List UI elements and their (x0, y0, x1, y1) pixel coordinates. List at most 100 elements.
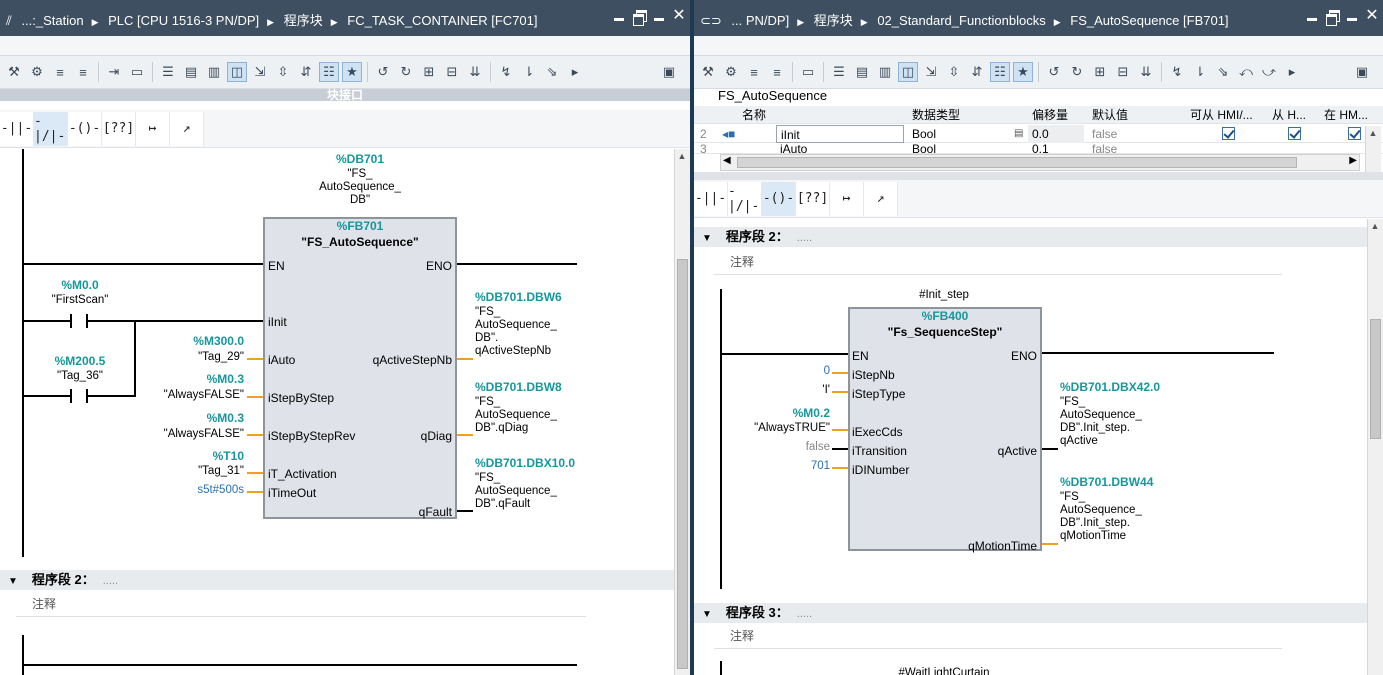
toolbar-tool-icon[interactable]: ⇂ (519, 62, 539, 82)
pin-qdiag[interactable]: qDiag (421, 429, 452, 443)
scroll-thumb[interactable] (1370, 319, 1381, 439)
close-button[interactable]: ✕ (1365, 8, 1379, 24)
empty-box-button[interactable]: [??] (102, 111, 136, 146)
toolbar-tool-icon[interactable]: ⇂ (1190, 62, 1210, 82)
minimize-all-button[interactable] (1345, 9, 1359, 23)
pin-istepbystep[interactable]: iStepByStep (268, 391, 334, 405)
toolbar-tool-icon[interactable]: ⇊ (1136, 62, 1156, 82)
open-branch-button[interactable]: ↦ (136, 111, 170, 146)
left-vertical-scrollbar[interactable]: ▲ (674, 149, 690, 675)
collapse-icon[interactable]: ▼ (702, 229, 712, 249)
toolbar-tool-icon[interactable]: ⇵ (296, 62, 316, 82)
breadcrumb-item[interactable]: FC_TASK_CONTAINER [FC701] (347, 13, 537, 28)
column-header[interactable]: 可从 HMI/... (1186, 106, 1266, 124)
breadcrumb-item[interactable]: ...:_Station (21, 13, 83, 28)
link-icon[interactable]: ⊂⊃ (700, 13, 722, 28)
scroll-up-icon[interactable]: ▲ (675, 149, 689, 163)
pin-icon[interactable]: ⫽ (6, 13, 12, 28)
minimize-button[interactable] (1305, 9, 1319, 23)
pin-idinumber[interactable]: iDINumber (852, 463, 909, 477)
block-interface-splitter[interactable]: 块接口 (0, 89, 690, 101)
network-comment[interactable]: 注释 (714, 253, 1282, 275)
no-contact-button[interactable]: -||- (0, 111, 34, 146)
nc-contact-button[interactable]: -|/|- (34, 111, 68, 146)
coil-button[interactable]: -()- (68, 111, 102, 146)
pin-istepbysteprev[interactable]: iStepByStepRev (268, 429, 355, 443)
pin-iauto[interactable]: iAuto (268, 353, 295, 367)
empty-box-button[interactable]: [??] (796, 181, 830, 216)
toolbar-tool-icon[interactable]: ◫ (898, 62, 918, 82)
toolbar-tool-icon[interactable]: ⚒ (698, 62, 718, 82)
scroll-up-icon[interactable]: ▲ (1366, 126, 1380, 140)
collapse-icon[interactable]: ▼ (8, 572, 18, 592)
coil-button[interactable]: -()- (762, 181, 796, 216)
open-branch-button[interactable]: ↦ (830, 181, 864, 216)
toolbar-tool-icon[interactable]: ≡ (767, 62, 787, 82)
toolbar-tool-icon[interactable]: ⚒ (4, 62, 24, 82)
toolbar-tool-icon[interactable]: ▤ (852, 62, 872, 82)
toolbar-tool-icon[interactable]: ▭ (127, 62, 147, 82)
contact-tag36[interactable] (70, 389, 88, 403)
fb-box-fs-autosequence[interactable]: %FB701 "FS_AutoSequence" EN iInit iAuto … (263, 217, 457, 519)
toolbar-tool-icon[interactable]: ≡ (73, 62, 93, 82)
close-branch-button[interactable]: ↗ (170, 111, 204, 146)
toolbar-tool-icon[interactable]: ⇳ (273, 62, 293, 82)
breadcrumb-item[interactable]: PLC [CPU 1516-3 PN/DP] (108, 13, 259, 28)
network-2-header[interactable]: ▼ 程序段 2：..... (0, 570, 674, 590)
column-header[interactable]: 数据类型 (908, 106, 1028, 124)
nc-contact-button[interactable]: -|/|- (728, 181, 762, 216)
table-horizontal-scrollbar[interactable]: ◀ ▶ (720, 154, 1360, 171)
pin-iinit[interactable]: iInit (268, 315, 287, 329)
toolbar-tool-icon[interactable]: ⇥ (104, 62, 124, 82)
pin-eno[interactable]: ENO (426, 259, 452, 273)
toolbar-tool-icon[interactable]: ⇘ (1213, 62, 1233, 82)
name-cell[interactable]: iAuto (776, 144, 904, 154)
network-3-header[interactable]: ▼ 程序段 3：..... (694, 603, 1367, 623)
scroll-thumb[interactable] (677, 259, 688, 669)
toolbar-tool-icon[interactable]: ▭ (798, 62, 818, 82)
toolbar-tool-icon[interactable]: ↯ (1167, 62, 1187, 82)
hmi-settable-checkbox[interactable] (1344, 125, 1364, 143)
pin-qmotiontime[interactable]: qMotionTime (968, 539, 1037, 553)
scroll-thumb[interactable] (737, 157, 1297, 168)
network-2-header[interactable]: ▼ 程序段 2：..... (694, 227, 1367, 247)
restore-button[interactable] (632, 9, 647, 26)
network-comment[interactable]: 注释 (16, 595, 586, 617)
pin-itimeout[interactable]: iTimeOut (268, 486, 316, 500)
pin-istepnb[interactable]: iStepNb (852, 368, 895, 382)
type-cell[interactable]: Bool (908, 144, 1008, 154)
breadcrumb-item[interactable]: 程序块 (814, 13, 853, 28)
pin-qactive[interactable]: qActive (998, 444, 1037, 458)
toolbar-panel-icon[interactable]: ▣ (1352, 62, 1372, 82)
minimize-all-button[interactable] (652, 9, 666, 23)
default-cell[interactable]: false (1088, 125, 1178, 143)
toolbar-tool-icon[interactable]: ≡ (744, 62, 764, 82)
toolbar-more-icon[interactable]: ▸ (565, 62, 585, 82)
minimize-button[interactable] (612, 9, 626, 23)
toolbar-tool-icon[interactable]: ⊟ (442, 62, 462, 82)
toolbar-tool-icon[interactable]: ☷ (990, 62, 1010, 82)
toolbar-tool-icon[interactable]: ⤻ (1259, 62, 1279, 82)
toolbar-tool-icon[interactable]: ▥ (204, 62, 224, 82)
breadcrumb-item[interactable]: ... PN/DP] (731, 13, 789, 28)
network-comment[interactable]: 注释 (714, 627, 1282, 649)
toolbar-tool-icon[interactable]: ★ (342, 62, 362, 82)
toolbar-tool-icon[interactable]: ☰ (829, 62, 849, 82)
table-row[interactable]: 2 ◂■ iInit Bool ▤ 0.0 false (694, 125, 1383, 143)
scroll-right-icon[interactable]: ▶ (1349, 155, 1357, 166)
no-contact-button[interactable]: -||- (694, 181, 728, 216)
toolbar-tool-icon[interactable]: ⤺ (1236, 62, 1256, 82)
toolbar-tool-icon[interactable]: ⇲ (921, 62, 941, 82)
toolbar-tool-icon[interactable]: ⚙ (27, 62, 47, 82)
toolbar-tool-icon[interactable]: ⇘ (542, 62, 562, 82)
column-header[interactable]: 默认值 (1088, 106, 1184, 124)
scroll-up-icon[interactable]: ▲ (1368, 219, 1382, 233)
toolbar-tool-icon[interactable]: ↺ (373, 62, 393, 82)
default-cell[interactable]: false (1088, 144, 1178, 154)
contact-firstscan[interactable] (70, 314, 88, 328)
column-header[interactable]: 在 HM... (1320, 106, 1380, 124)
breadcrumb-item[interactable]: 02_Standard_Functionblocks (877, 13, 1045, 28)
pin-qactivestepnb[interactable]: qActiveStepNb (373, 353, 452, 367)
toolbar-tool-icon[interactable]: ⊞ (1090, 62, 1110, 82)
toolbar-tool-icon[interactable]: ⊟ (1113, 62, 1133, 82)
